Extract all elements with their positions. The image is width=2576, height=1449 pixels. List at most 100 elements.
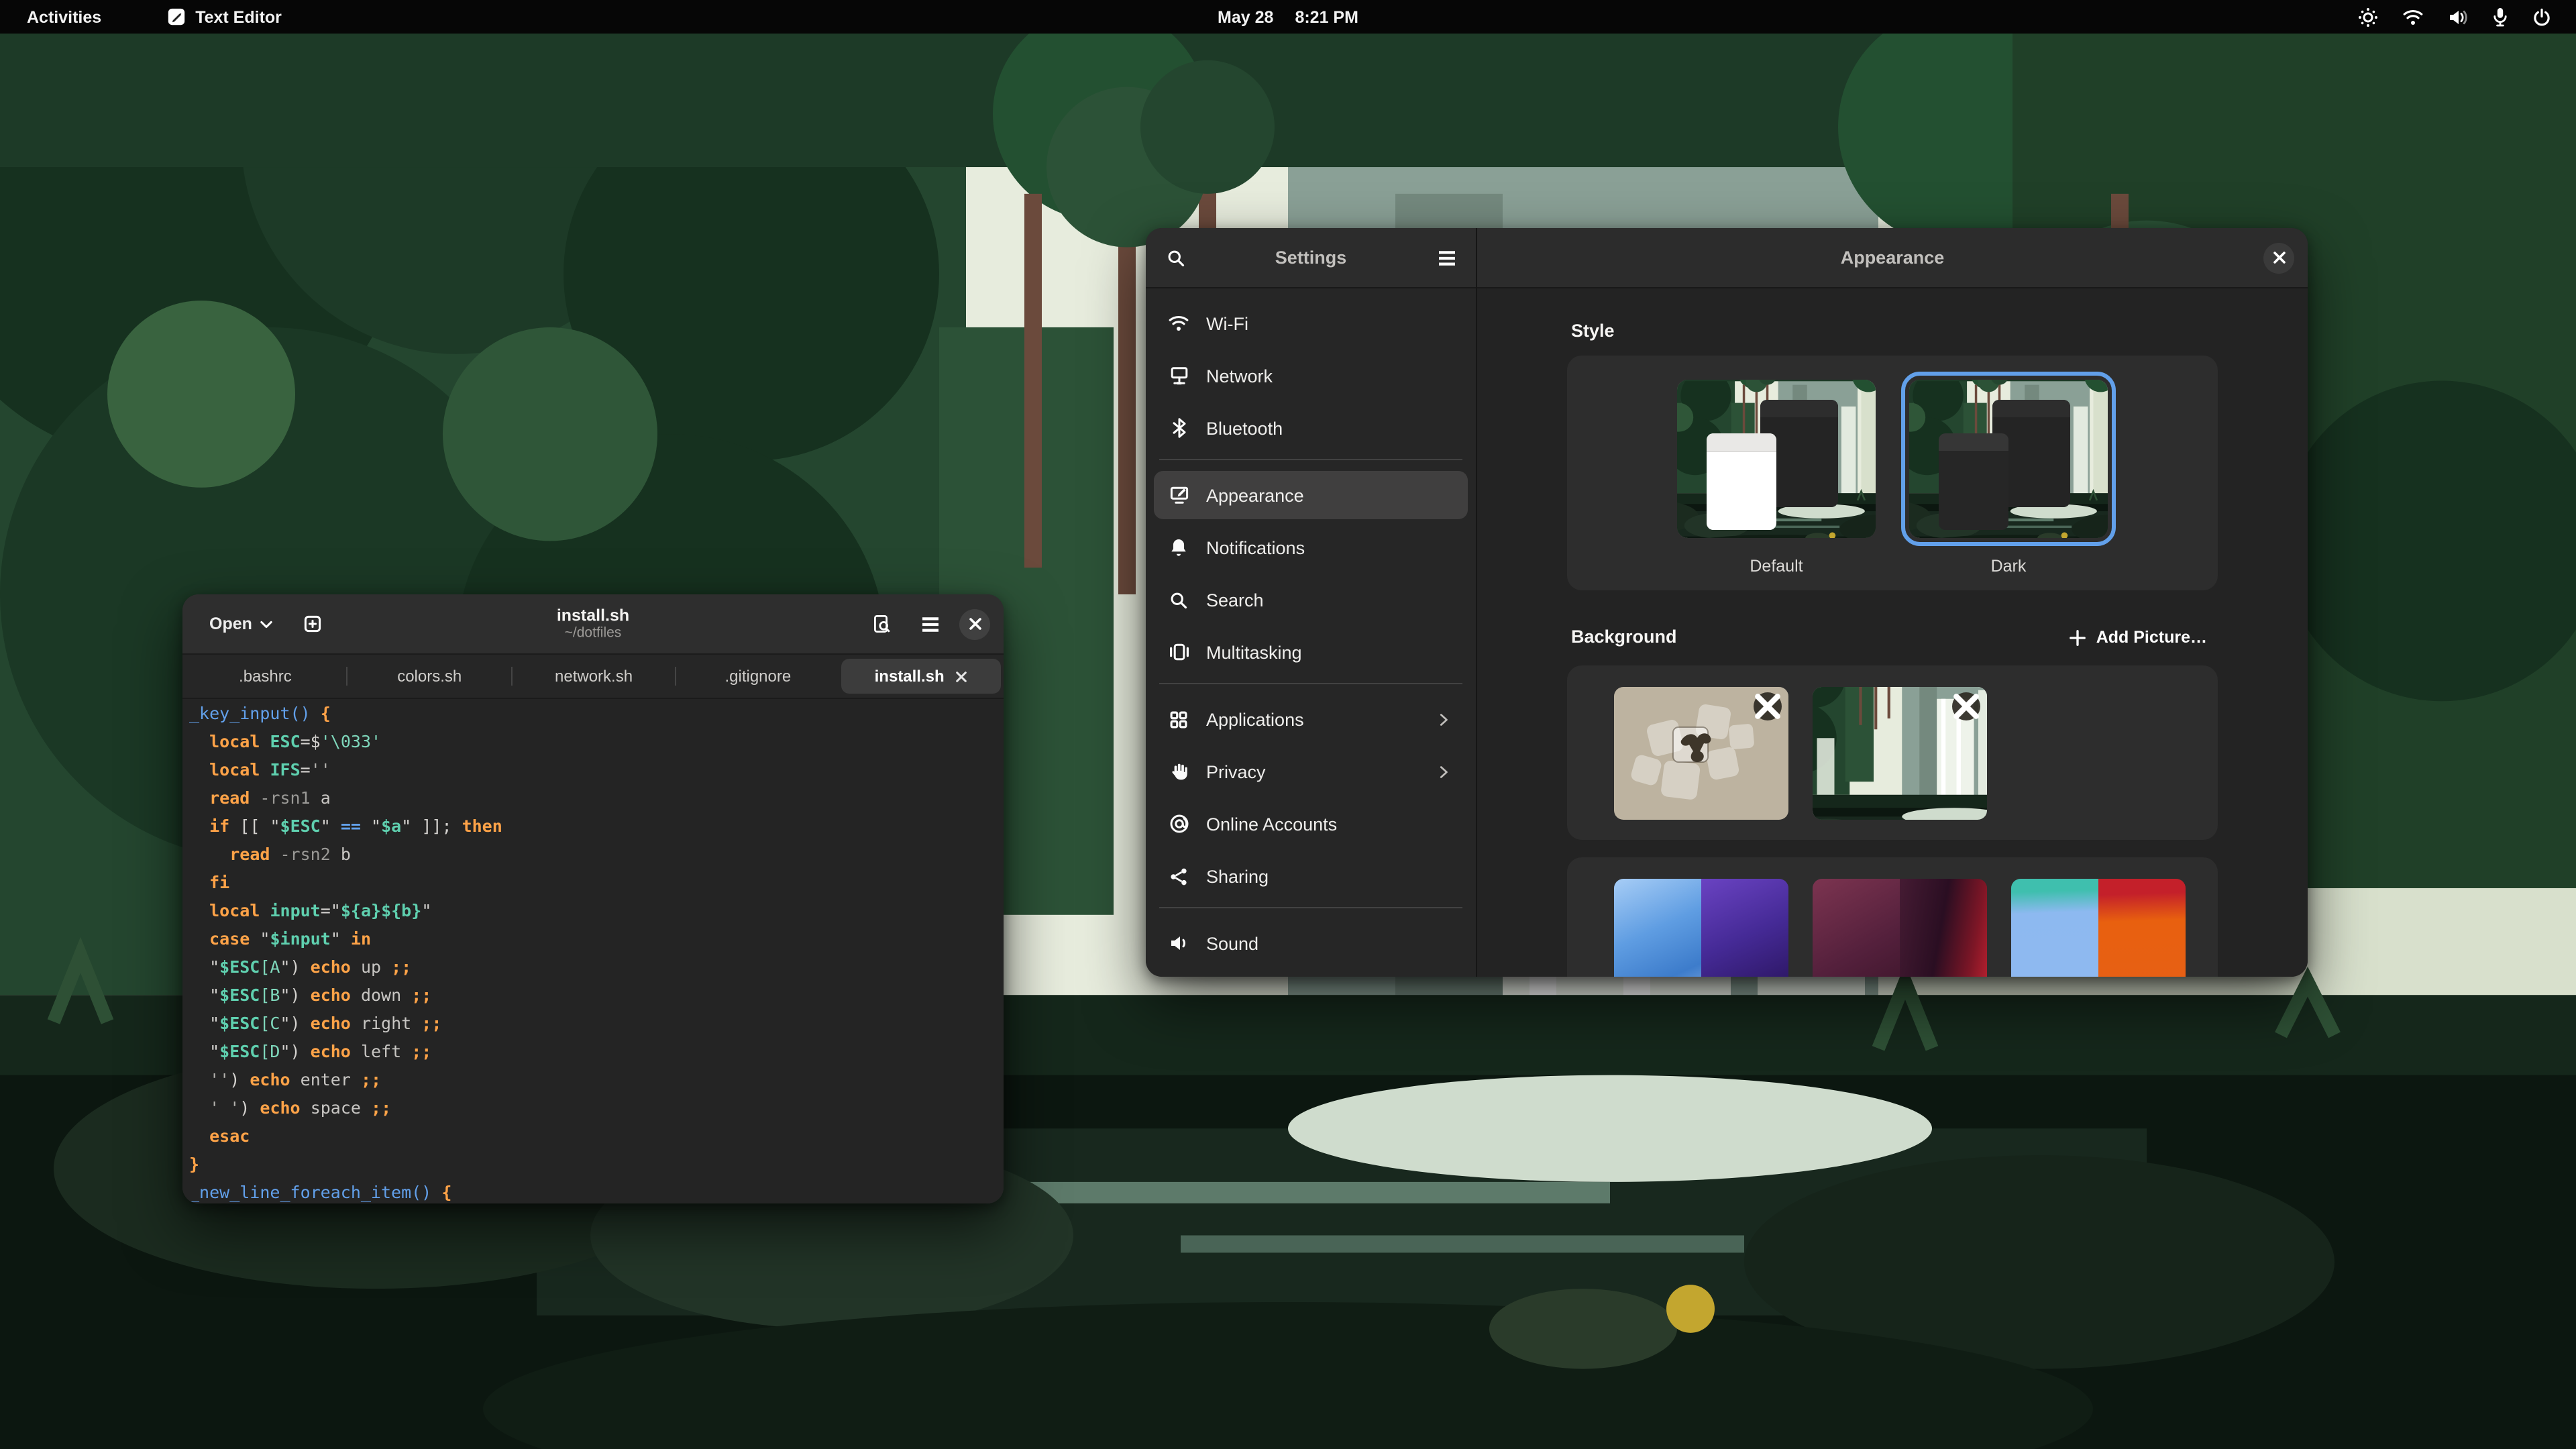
notifications-icon: [1167, 537, 1190, 558]
style-option-label-dark: Dark: [1901, 557, 2116, 576]
tab-install-sh[interactable]: install.sh: [841, 659, 1001, 694]
settings-search-button[interactable]: [1157, 239, 1194, 276]
code-line: read -rsn1 a: [189, 784, 1004, 812]
background-thumb-blue-purple-geometric[interactable]: [1614, 879, 1788, 977]
sidebar-item-label: Bluetooth: [1206, 418, 1283, 438]
background-thumb-teal-orange-drips[interactable]: [2011, 879, 2186, 977]
document-path: ~/dotfiles: [557, 625, 629, 641]
settings-menu-button[interactable]: [1428, 239, 1465, 276]
style-section-label: Style: [1571, 321, 2218, 342]
remove-background-button[interactable]: [1754, 692, 1782, 720]
preset-backgrounds-card: [1567, 857, 2218, 977]
tab-bar: .bashrccolors.sh network.sh .gitignore inst…: [182, 655, 1004, 699]
online-accounts-icon: [1167, 813, 1190, 835]
tab-colors-sh[interactable]: colors.sh: [350, 659, 510, 694]
code-line: read -rsn2 b: [189, 840, 1004, 868]
sidebar-item-label: Privacy: [1206, 761, 1266, 782]
sidebar-item-applications[interactable]: Applications: [1154, 695, 1468, 743]
app-menu-label: Text Editor: [195, 7, 282, 26]
sidebar-item-wi-fi[interactable]: Wi-Fi: [1154, 299, 1468, 347]
chevron-right-icon: [1432, 763, 1454, 780]
sidebar-item-sharing[interactable]: Sharing: [1154, 852, 1468, 900]
window-close-button[interactable]: [959, 608, 990, 639]
brightness-icon: [2357, 6, 2379, 28]
new-tab-button[interactable]: [294, 605, 331, 643]
open-button[interactable]: Open: [196, 605, 286, 643]
sidebar-headerbar: Settings: [1146, 228, 1476, 288]
code-line: if [[ "$ESC" == "$a" ]]; then: [189, 812, 1004, 840]
tab-separator: [675, 667, 676, 686]
code-line: "$ESC[D") echo left ;;: [189, 1037, 1004, 1065]
code-line: local IFS='': [189, 755, 1004, 784]
code-line: local input="${a}${b}": [189, 896, 1004, 924]
main-menu-button[interactable]: [911, 605, 949, 643]
background-section-label: Background: [1571, 627, 1677, 648]
window-close-button[interactable]: [2263, 242, 2294, 273]
sidebar-item-sound[interactable]: Sound: [1154, 919, 1468, 967]
power-icon: [2532, 6, 2552, 28]
tab-network-sh[interactable]: network.sh: [514, 659, 674, 694]
tab-label: .gitignore: [724, 667, 791, 686]
code-line: "$ESC[A") echo up ;;: [189, 953, 1004, 981]
code-line: _new_line_foreach_item() {: [189, 1178, 1004, 1203]
open-button-label: Open: [209, 614, 252, 633]
background-thumb-abstract-beige-dragon[interactable]: [1614, 687, 1788, 820]
sidebar-item-label: Search: [1206, 590, 1264, 610]
sidebar-divider: [1159, 683, 1462, 684]
tab-close-icon[interactable]: [955, 670, 967, 682]
style-option-label-default: Default: [1669, 557, 1884, 576]
document-name: install.sh: [557, 606, 629, 626]
chevron-down-icon: [260, 619, 272, 629]
code-line: "$ESC[C") echo right ;;: [189, 1009, 1004, 1037]
code-line: case "$input" in: [189, 924, 1004, 953]
sidebar-item-notifications[interactable]: Notifications: [1154, 523, 1468, 572]
system-status-area[interactable]: [2357, 0, 2576, 34]
tab-label: install.sh: [875, 667, 945, 686]
sidebar-divider: [1159, 459, 1462, 460]
background-thumb-dark-red-gradient[interactable]: [1813, 879, 1987, 977]
sidebar-item-label: Online Accounts: [1206, 814, 1337, 834]
clock-time: 8:21 PM: [1295, 7, 1358, 26]
app-menu-button[interactable]: Text Editor: [158, 0, 290, 34]
sidebar-item-online-accounts[interactable]: Online Accounts: [1154, 800, 1468, 848]
appearance-panel-content: Style: [1477, 288, 2308, 977]
sidebar-item-bluetooth[interactable]: Bluetooth: [1154, 404, 1468, 452]
sidebar-item-network[interactable]: Network: [1154, 352, 1468, 400]
top-bar: Activities Text Editor May 28 8:21 PM: [0, 0, 2576, 34]
document-search-icon: [871, 613, 892, 635]
code-editor-area[interactable]: _key_input() { local ESC=$'\033' local I…: [182, 699, 1004, 1203]
sidebar-item-privacy[interactable]: Privacy: [1154, 747, 1468, 796]
microphone-icon: [2491, 6, 2509, 28]
settings-sidebar: Settings Wi-Fi Network Bluetooth Appearance…: [1146, 228, 1477, 977]
code-line: "$ESC[B") echo down ;;: [189, 981, 1004, 1009]
style-card: Default Dark: [1567, 356, 2218, 590]
code-line: '') echo enter ;;: [189, 1065, 1004, 1093]
text-editor-app-icon: [166, 7, 186, 27]
sidebar-item-appearance[interactable]: Appearance: [1154, 471, 1468, 519]
background-thumb-pixel-forest-waterfall[interactable]: [1813, 687, 1987, 820]
remove-background-button[interactable]: [1952, 692, 1980, 720]
code-line: ' ') echo space ;;: [189, 1093, 1004, 1122]
settings-nav-list: Wi-Fi Network Bluetooth Appearance Notificat…: [1146, 288, 1476, 977]
desktop: Activities Text Editor May 28 8:21 PM Op…: [0, 0, 2576, 1449]
style-option-default[interactable]: [1669, 372, 1884, 546]
activities-button[interactable]: Activities: [19, 0, 109, 34]
code-line: esac: [189, 1122, 1004, 1150]
sidebar-title: Settings: [1275, 248, 1347, 268]
clock-button[interactable]: May 28 8:21 PM: [1204, 0, 1372, 34]
sidebar-item-label: Notifications: [1206, 537, 1305, 557]
sidebar-item-multitasking[interactable]: Multitasking: [1154, 628, 1468, 676]
tab-label: network.sh: [555, 667, 633, 686]
tab-bashrc[interactable]: .bashrc: [185, 659, 345, 694]
sidebar-divider: [1159, 907, 1462, 908]
search-icon: [1165, 248, 1185, 268]
sidebar-item-search[interactable]: Search: [1154, 576, 1468, 624]
applications-icon: [1167, 709, 1190, 729]
style-preview-front-window: [1939, 433, 2008, 530]
tab-gitignore[interactable]: .gitignore: [678, 659, 838, 694]
document-preview-button[interactable]: [863, 605, 900, 643]
add-picture-button[interactable]: Add Picture…: [2059, 623, 2218, 652]
sidebar-item-power[interactable]: Power: [1154, 971, 1468, 977]
style-option-dark[interactable]: [1901, 372, 2116, 546]
panel-headerbar: Appearance: [1477, 228, 2308, 288]
